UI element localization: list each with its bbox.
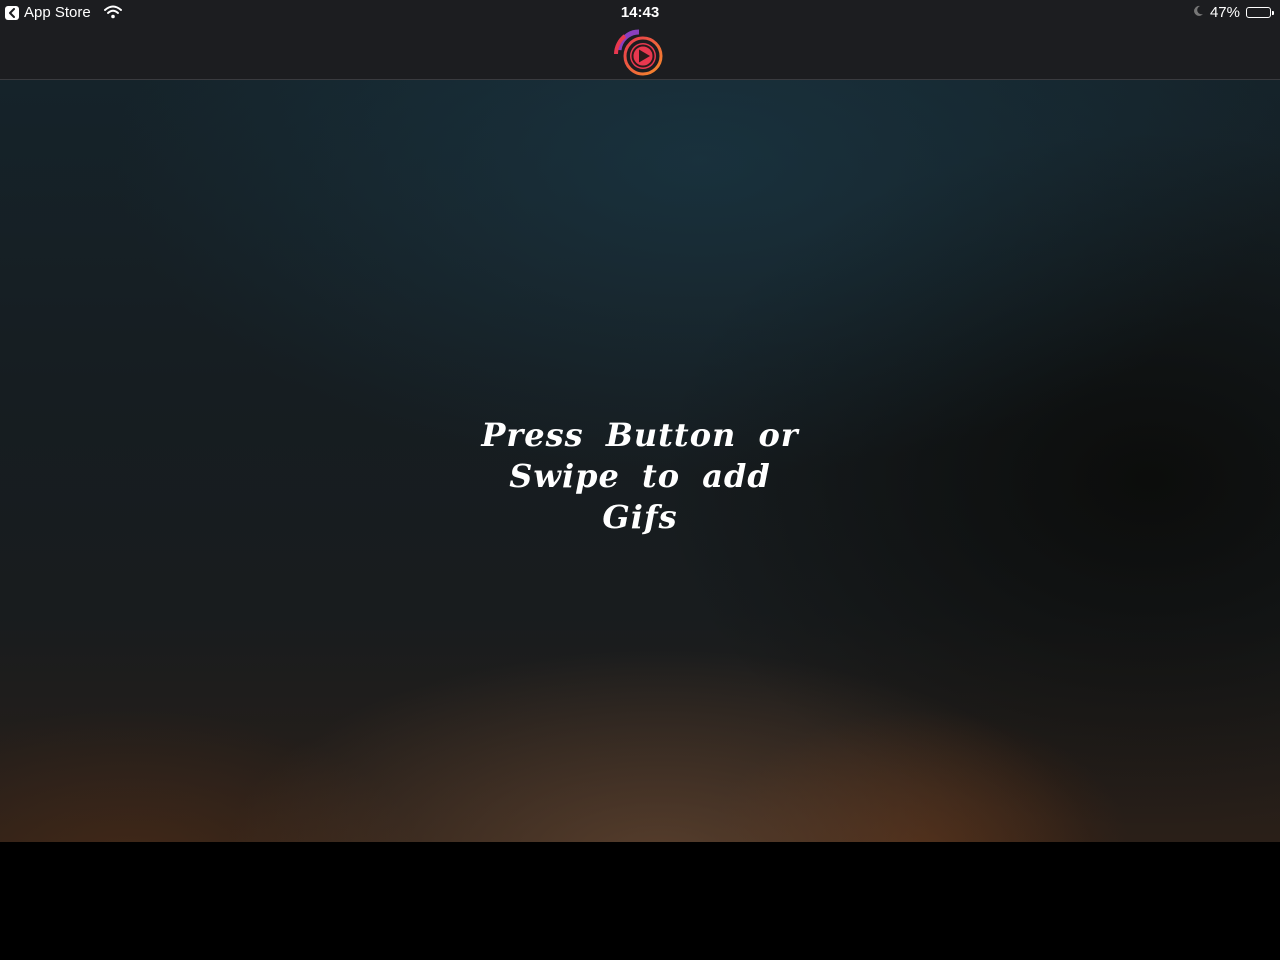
battery-percent: 47% <box>1209 4 1240 21</box>
message-line-2: Swipe to add <box>509 457 771 495</box>
navigation-bar: App Store 14:43 47% <box>0 0 1280 80</box>
status-bar: App Store 14:43 47% <box>0 0 1280 26</box>
app-screen: App Store 14:43 47% Press Button or Swip… <box>0 0 1280 960</box>
gif-canvas[interactable]: Press Button or Swipe to add Gifs <box>0 80 1280 842</box>
gif-play-logo-icon <box>613 28 667 80</box>
empty-state-message: Press Button or Swipe to add Gifs <box>450 415 830 538</box>
right-status-group: 47% <box>1192 4 1274 21</box>
message-line-1: Press Button or <box>481 416 799 454</box>
bottom-black-area <box>0 842 1280 960</box>
clock: 14:43 <box>620 4 660 21</box>
moon-icon <box>1192 4 1204 21</box>
battery-icon <box>1246 7 1274 18</box>
message-line-3: Gifs <box>602 498 678 536</box>
